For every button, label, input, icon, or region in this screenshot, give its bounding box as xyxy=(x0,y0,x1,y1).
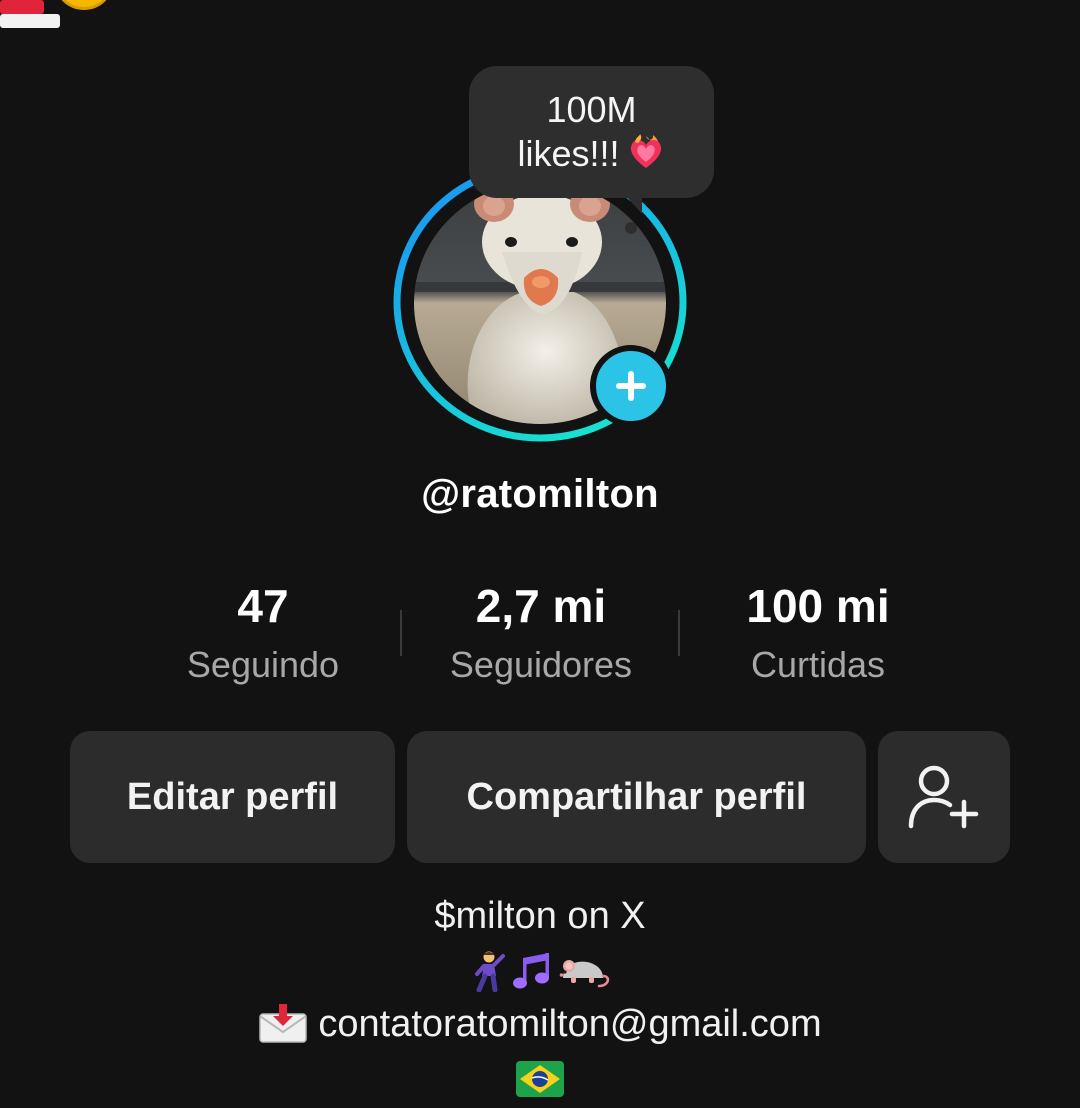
following-count: 47 xyxy=(237,580,289,632)
bio-email-line: contatoratomilton@gmail.com xyxy=(0,998,1080,1052)
live-badge-icon[interactable] xyxy=(0,0,44,14)
email-text[interactable]: contatoratomilton@gmail.com xyxy=(318,1003,821,1045)
note-bubble-tail xyxy=(626,196,642,214)
stat-followers[interactable]: 2,7 mi Seguidores xyxy=(401,578,681,686)
likes-count: 100 mi xyxy=(746,580,890,632)
add-user-icon xyxy=(908,765,979,829)
note-bubble-dot xyxy=(625,222,637,234)
man-dancing-icon xyxy=(475,951,505,992)
note-bubble[interactable]: 100M likes!!! xyxy=(469,66,714,198)
username: @ratomilton xyxy=(421,472,659,516)
profile-stats: 47 Seguindo 2,7 mi Seguidores 100 mi Cur… xyxy=(0,578,1080,698)
add-story-button[interactable] xyxy=(590,345,672,427)
bio-emoji-row xyxy=(0,944,1080,998)
plus-icon xyxy=(616,371,646,401)
bio-flag-row xyxy=(0,1052,1080,1106)
stat-following[interactable]: 47 Seguindo xyxy=(123,578,403,686)
likes-label: Curtidas xyxy=(750,644,886,685)
share-profile-button[interactable]: Compartilhar perfil xyxy=(407,731,866,863)
add-friend-button[interactable] xyxy=(878,731,1010,863)
envelope-with-arrow-icon xyxy=(259,1004,308,1043)
coin-icon[interactable] xyxy=(56,0,112,10)
stat-likes[interactable]: 100 mi Curtidas xyxy=(678,578,958,686)
bio-line-1: $milton on X xyxy=(434,895,646,937)
following-label: Seguindo xyxy=(186,644,340,685)
menu-icon[interactable] xyxy=(0,14,60,28)
brazil-flag-icon xyxy=(516,1061,564,1097)
note-text-line2: likes!!! xyxy=(517,133,620,174)
musical-notes-icon xyxy=(513,953,549,989)
followers-label: Seguidores xyxy=(449,644,633,685)
followers-count: 2,7 mi xyxy=(475,580,607,632)
bio: $milton on X contatoratomilton@gmail.com xyxy=(0,890,1080,1106)
mouse-icon xyxy=(559,960,610,988)
note-text-line1: 100M xyxy=(546,89,637,130)
heart-on-fire-icon xyxy=(626,132,666,182)
edit-profile-button[interactable]: Editar perfil xyxy=(70,731,395,863)
